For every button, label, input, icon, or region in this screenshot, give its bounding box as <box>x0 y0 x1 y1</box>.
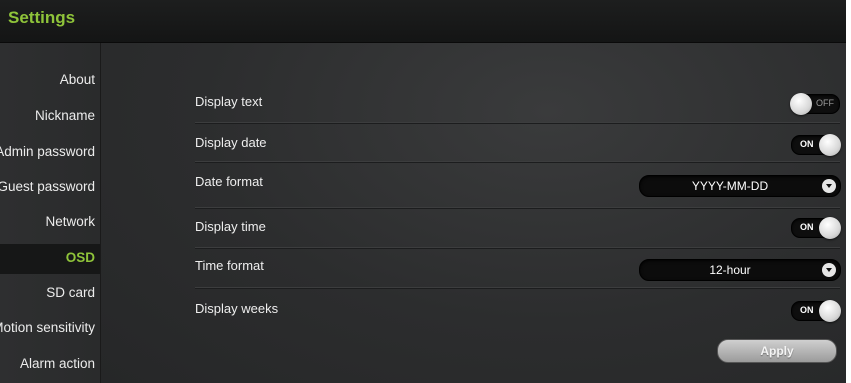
display-weeks-toggle[interactable]: ON <box>791 300 841 322</box>
divider <box>195 287 840 289</box>
page-title: Settings <box>8 8 76 27</box>
display-text-toggle[interactable]: OFF <box>790 93 840 115</box>
display-time-label: Display time <box>195 219 266 234</box>
divider <box>195 161 840 163</box>
sidebar-item-osd[interactable]: OSD <box>0 241 95 275</box>
time-format-select[interactable]: 12-hour <box>639 259 841 281</box>
sidebar-item-guest-password[interactable]: Guest password <box>0 170 95 204</box>
sidebar-item-nickname[interactable]: Nickname <box>0 99 95 133</box>
apply-button[interactable]: Apply <box>717 339 837 363</box>
toggle-knob <box>819 217 841 239</box>
display-text-row: Display text OFF <box>195 85 840 121</box>
toggle-knob <box>790 93 812 115</box>
settings-sidebar: About Nickname Admin password Guest pass… <box>0 43 101 383</box>
chevron-down-icon <box>822 263 836 277</box>
sidebar-item-motion-sensitivity[interactable]: Motion sensitivity <box>0 311 95 345</box>
date-format-select[interactable]: YYYY-MM-DD <box>639 175 841 197</box>
title-bar: Settings <box>0 0 846 43</box>
toggle-state-label: ON <box>800 305 814 315</box>
divider <box>195 122 840 124</box>
toggle-knob <box>819 134 841 156</box>
sidebar-item-sd-card[interactable]: SD card <box>0 276 95 310</box>
display-date-toggle[interactable]: ON <box>791 134 841 156</box>
toggle-knob <box>819 300 841 322</box>
toggle-state-label: OFF <box>816 98 834 108</box>
display-time-row: Display time ON <box>195 210 841 246</box>
sidebar-item-about[interactable]: About <box>0 63 95 97</box>
time-format-row: Time format 12-hour <box>195 249 841 285</box>
display-date-row: Display date ON <box>195 126 841 162</box>
display-weeks-row: Display weeks ON <box>195 292 841 328</box>
sidebar-item-alarm-action[interactable]: Alarm action <box>0 347 95 381</box>
chevron-down-icon <box>822 179 836 193</box>
display-weeks-label: Display weeks <box>195 301 279 316</box>
time-format-value: 12-hour <box>709 263 751 277</box>
display-text-label: Display text <box>195 94 263 109</box>
osd-settings-panel: Display text OFF Display date ON Date fo… <box>101 43 846 383</box>
date-format-row: Date format YYYY-MM-DD <box>195 165 841 201</box>
toggle-state-label: ON <box>800 139 814 149</box>
date-format-label: Date format <box>195 174 263 189</box>
display-time-toggle[interactable]: ON <box>791 217 841 239</box>
date-format-value: YYYY-MM-DD <box>691 179 769 193</box>
divider <box>195 207 840 209</box>
sidebar-item-network[interactable]: Network <box>0 205 95 239</box>
sidebar-item-admin-password[interactable]: Admin password <box>0 135 95 169</box>
display-date-label: Display date <box>195 135 267 150</box>
settings-window: Settings About Nickname Admin password G… <box>0 0 846 383</box>
time-format-label: Time format <box>195 258 264 273</box>
toggle-state-label: ON <box>800 222 814 232</box>
